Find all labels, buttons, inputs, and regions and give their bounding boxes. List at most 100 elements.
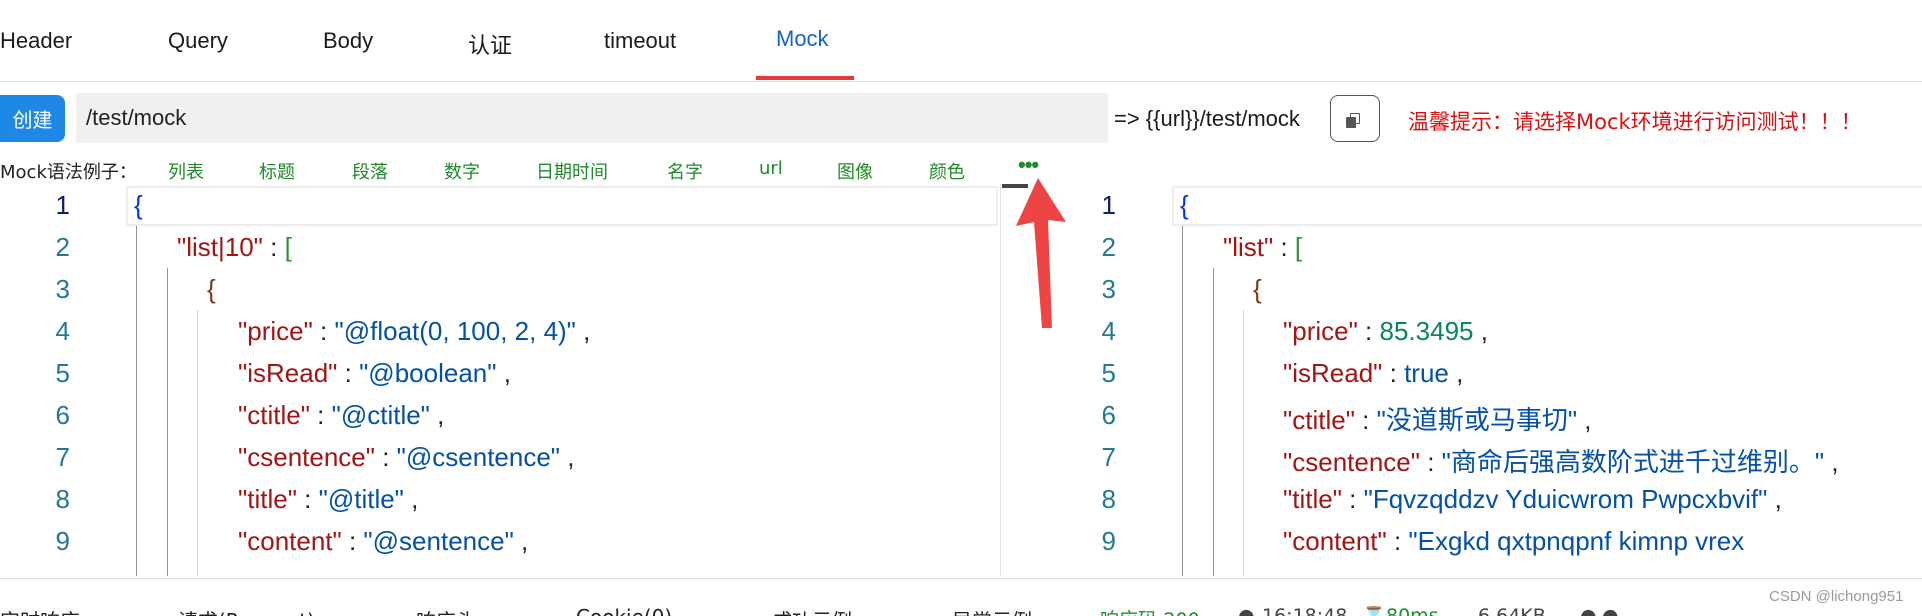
code-token: [: [284, 232, 292, 262]
copy-button[interactable]: [1330, 95, 1380, 142]
code-token: :: [1419, 447, 1442, 477]
info-icon[interactable]: ●: [1602, 605, 1619, 616]
code-line: {: [1180, 190, 1189, 221]
code-token: {: [1180, 190, 1189, 220]
code-token: 85.3495: [1379, 316, 1474, 346]
mock-path-input[interactable]: [76, 93, 1108, 143]
line-number: 5: [55, 358, 70, 388]
code-token: "@sentence": [363, 526, 514, 556]
code-token: ,: [1767, 484, 1782, 514]
code-token: "商命后强高数阶式进千过维别。": [1441, 447, 1825, 477]
active-tab-indicator: [756, 76, 854, 80]
code-token: true: [1404, 358, 1449, 388]
code-line: "list|10" : [: [177, 232, 292, 263]
code-line: {: [1253, 274, 1262, 305]
tab-auth[interactable]: 认证: [468, 28, 512, 60]
code-token: {: [207, 274, 216, 304]
hourglass-icon: ⌛: [1362, 605, 1386, 616]
syntax-link-name[interactable]: 名字: [667, 158, 703, 184]
tab-success-example[interactable]: 成功示例: [772, 605, 852, 616]
code-token: :: [1382, 358, 1405, 388]
current-line-highlight: [126, 186, 998, 226]
request-tabs: Header Query Body 认证 timeout Mock: [0, 0, 1922, 82]
globe-icon[interactable]: ●: [1580, 605, 1597, 616]
indent-guide: [167, 268, 168, 576]
tab-body[interactable]: Body: [323, 28, 373, 54]
code-token: {: [1253, 274, 1262, 304]
tab-query[interactable]: Query: [168, 28, 228, 54]
tab-cookie[interactable]: Cookie(0): [576, 605, 672, 616]
tab-request[interactable]: 请求(Request): [178, 605, 315, 616]
code-token: ,: [1824, 447, 1839, 477]
code-token: "title": [1283, 484, 1342, 514]
response-duration: 80ms: [1386, 605, 1439, 616]
code-token: :: [1341, 484, 1364, 514]
code-token: "@csentence": [396, 442, 561, 472]
code-token: ,: [513, 526, 529, 556]
code-line: "content" : "Exgkd qxtpnqpnf kimnp vrex: [1283, 526, 1744, 557]
line-number: 5: [1101, 358, 1116, 388]
syntax-link-title[interactable]: 标题: [259, 158, 295, 184]
code-line: "isRead" : true ,: [1283, 358, 1463, 389]
code-token: "csentence": [1283, 447, 1420, 477]
tab-header[interactable]: Header: [0, 28, 72, 54]
code-token: :: [262, 232, 285, 262]
code-line: "isRead" : "@boolean" ,: [238, 358, 511, 389]
line-number: 3: [55, 274, 70, 304]
code-token: ,: [560, 442, 575, 472]
code-token: :: [296, 484, 319, 514]
line-number: 8: [55, 484, 70, 514]
code-token: :: [1357, 316, 1380, 346]
response-time: 16:18:48: [1262, 605, 1348, 616]
code-token: ,: [575, 316, 591, 346]
code-token: "title": [238, 484, 297, 514]
code-token: ,: [403, 484, 419, 514]
code-token: ,: [1448, 358, 1464, 388]
create-button[interactable]: 创建: [0, 95, 65, 142]
code-token: ,: [1473, 316, 1488, 346]
mock-template-editor[interactable]: 1 2 3 4 5 6 7 8 9 { "list|10" : [ { "pri…: [0, 184, 1000, 576]
line-number: 1: [55, 190, 70, 220]
syntax-link-image[interactable]: 图像: [837, 158, 873, 184]
editor-scrollbar[interactable]: [1000, 184, 1001, 576]
more-syntax-link[interactable]: •••: [1018, 152, 1039, 178]
code-token: :: [312, 316, 335, 346]
mock-preview-editor[interactable]: 1 2 3 4 5 6 7 8 9 { "list" : [ { "price"…: [1050, 184, 1922, 576]
current-line-highlight: [1172, 186, 1922, 226]
code-token: "price": [238, 316, 313, 346]
warning-text: 温馨提示：请选择Mock环境进行访问测试！！！: [1408, 110, 1862, 134]
code-token: ,: [496, 358, 511, 388]
code-token: :: [341, 526, 364, 556]
code-line: "title" : "Fqvzqddzv Yduicwrom Pwpcxbvif…: [1283, 484, 1782, 515]
syntax-link-color[interactable]: 颜色: [929, 158, 965, 184]
code-line: "price" : 85.3495 ,: [1283, 316, 1488, 347]
tab-error-example[interactable]: 异常示例: [952, 605, 1032, 616]
code-token: "ctitle": [1283, 405, 1355, 435]
clock-icon: ●: [1238, 605, 1255, 616]
code-token: [: [1294, 232, 1303, 262]
code-token: "isRead": [238, 358, 338, 388]
code-line: "price" : "@float(0, 100, 2, 4)" ,: [238, 316, 590, 347]
tab-timeout[interactable]: timeout: [604, 28, 676, 54]
syntax-link-url[interactable]: url: [759, 158, 783, 179]
line-number: 9: [55, 526, 70, 556]
code-token: :: [337, 358, 360, 388]
mock-url-preview: => {{url}}/test/mock: [1114, 106, 1300, 131]
line-number: 6: [55, 400, 70, 430]
code-token: ,: [429, 400, 445, 430]
syntax-link-number[interactable]: 数字: [444, 158, 480, 184]
tab-mock[interactable]: Mock: [776, 26, 829, 52]
code-token: "@ctitle": [331, 400, 430, 430]
code-token: "@boolean": [359, 358, 497, 388]
code-token: "@title": [318, 484, 404, 514]
indent-guide: [197, 310, 198, 576]
syntax-link-paragraph[interactable]: 段落: [352, 158, 388, 184]
tab-response-headers[interactable]: 响应头: [416, 605, 476, 616]
code-token: "price": [1283, 316, 1358, 346]
line-number: 4: [55, 316, 70, 346]
code-line: {: [134, 190, 143, 221]
syntax-link-list[interactable]: 列表: [168, 158, 204, 184]
code-token: "csentence": [238, 442, 375, 472]
tab-live-response[interactable]: 实时响应: [0, 605, 80, 616]
syntax-link-datetime[interactable]: 日期时间: [536, 158, 608, 184]
